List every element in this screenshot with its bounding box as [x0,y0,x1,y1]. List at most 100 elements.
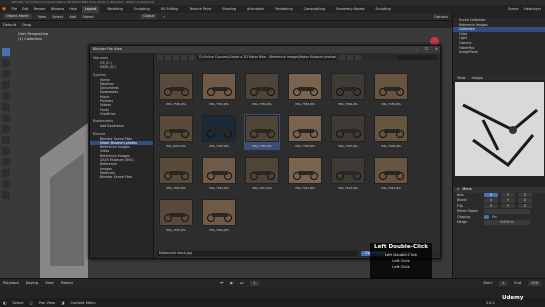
close-icon[interactable]: ✕ [435,46,438,53]
image-thumbnail[interactable]: IMG_7615.JPG [158,198,194,234]
image-thumbnail[interactable]: IMG_7613.JPG [330,156,366,192]
image-thumbnail[interactable]: IMG_7611.JPG [244,156,280,192]
image-thumbnail[interactable]: IMG_7585.JPG [373,72,409,108]
tab-compositing[interactable]: Compositing [301,6,328,13]
tab-animation[interactable]: Animation [244,6,267,13]
refresh-icon[interactable] [181,55,187,60]
image-thumbnail[interactable]: IMG_7580.JPG [158,72,194,108]
cursor-icon[interactable] [2,59,10,67]
select-menu[interactable]: Select [52,15,63,19]
image-editor-panel[interactable]: View Image [452,75,545,178]
move-icon[interactable] [2,70,10,78]
loop-cut-icon[interactable] [2,169,10,177]
options-menu[interactable]: Options [434,15,452,19]
add-bookmark-button[interactable]: Add Bookmark [90,124,153,128]
tab-sculpting[interactable]: Sculpting [131,6,153,13]
image-thumbnail[interactable]: IMG_7597.JPG [330,114,366,150]
image-thumbnail[interactable]: IMG_6912.JPG [158,114,194,150]
view-menu[interactable]: View [38,15,47,19]
rotate-icon[interactable] [2,81,10,89]
start-frame-field[interactable]: 1 [499,280,508,286]
image-thumbnail[interactable]: IMG_7612.JPG [287,156,323,192]
motorcycle-photo [202,199,236,226]
tab-shading[interactable]: Shading [219,6,239,13]
extrude-icon[interactable] [2,136,10,144]
orientation-dropdown[interactable]: Global [139,14,158,19]
volume-item[interactable]: DATA (D:) [90,65,153,69]
view-menu[interactable]: View [45,281,54,285]
image-thumbnail[interactable]: IMG_7394.JPG [244,114,280,150]
menu-render[interactable]: Render [34,7,46,11]
annotate-icon[interactable] [2,114,10,122]
image-thumbnail[interactable]: IMG_7609.JPG [158,156,194,192]
jump-start-icon[interactable]: ⏮ [220,281,223,285]
keying-menu[interactable]: Keying [26,281,38,285]
image-thumbnail[interactable]: IMG_7610.JPG [201,156,237,192]
recent-item[interactable]: Blender Scene Files [90,175,153,179]
prop-merge[interactable]: Merge 0.001 m [453,220,545,226]
mouse-left-icon: ◧ [3,300,7,305]
marker-menu[interactable]: Marker [61,281,73,285]
new-folder-icon[interactable] [189,55,195,60]
directory-path-field[interactable]: D:\Online Courses\Create a 3D Motor Bike… [197,55,337,60]
forward-icon[interactable] [165,55,171,60]
system-item[interactable]: OneDrive [90,112,153,116]
image-thumbnail[interactable]: IMG_7584.JPG [330,72,366,108]
search-input[interactable] [397,55,437,60]
playback-menu[interactable]: Playback [3,281,19,285]
knife-icon[interactable] [2,180,10,188]
add-menu[interactable]: Add [69,15,76,19]
sort-icon[interactable] [347,55,353,60]
mode-dropdown[interactable]: Object Mode [3,14,32,19]
filename-field[interactable]: Motorcycle black.jpg [157,251,357,256]
poly-build-icon[interactable] [2,191,10,199]
pivot-dropdown[interactable]: Default [3,23,16,27]
jump-end-icon[interactable]: ⏭ [240,281,243,285]
play-icon[interactable]: ▶ [230,281,233,285]
image-thumbnail[interactable]: IMG_7616.JPG [201,198,237,234]
inset-icon[interactable] [2,147,10,155]
magnet-icon[interactable]: ⌖ [163,15,165,19]
blender-logo-icon[interactable]: ◉ [2,6,6,12]
maximize-icon[interactable]: ☐ [425,46,428,53]
thumbnail-caption: IMG_7597.JPG [338,144,358,148]
current-frame-field[interactable]: 1 [250,280,259,286]
image-thumbnail[interactable]: IMG_7395.JPG [287,114,323,150]
scene-selector[interactable]: Scene [508,7,518,11]
back-icon[interactable] [157,55,163,60]
end-frame-field[interactable]: 250 [528,280,541,286]
image-thumbnail[interactable]: IMG_7583.JPG [287,72,323,108]
object-menu[interactable]: Object [82,15,94,19]
tab-scripting[interactable]: Scripting [373,6,394,13]
transform-icon[interactable] [2,103,10,111]
image-image-menu[interactable]: Image [472,76,483,80]
drag-dropdown[interactable]: Drag [22,23,31,27]
image-view-menu[interactable]: View [457,76,466,80]
scale-icon[interactable] [2,92,10,100]
parent-dir-icon[interactable] [173,55,179,60]
select-box-icon[interactable] [2,48,10,56]
menu-window[interactable]: Window [51,7,64,11]
image-thumbnail[interactable]: IMG_7582.JPG [244,72,280,108]
tab-texture-paint[interactable]: Texture Paint [186,6,214,13]
view-layer-selector[interactable]: ViewLayer [524,7,545,11]
tab-layout[interactable]: Layout [81,5,100,13]
filter-icon[interactable] [355,55,361,60]
timeline-ruler[interactable] [0,287,545,298]
image-thumbnail[interactable]: IMG_7614.JPG [373,156,409,192]
bevel-icon[interactable] [2,158,10,166]
tab-rendering[interactable]: Rendering [272,6,295,13]
menu-help[interactable]: Help [69,7,77,11]
menu-file[interactable]: File [11,7,17,11]
minimize-icon[interactable]: – [416,46,418,53]
tab-modeling[interactable]: Modeling [104,6,125,13]
tab-geometry-nodes[interactable]: Geometry Nodes [333,6,368,13]
measure-icon[interactable] [2,125,10,133]
tab-uv-editing[interactable]: UV Editing [158,6,182,13]
menu-edit[interactable]: Edit [22,7,29,11]
display-mode-icon[interactable] [339,55,345,60]
outliner-row[interactable]: ImagePlane [453,50,545,55]
image-thumbnail[interactable]: IMG_7608.JPG [373,114,409,150]
image-thumbnail[interactable]: IMG_7393.JPG [201,114,237,150]
image-thumbnail[interactable]: IMG_7581.JPG [201,72,237,108]
